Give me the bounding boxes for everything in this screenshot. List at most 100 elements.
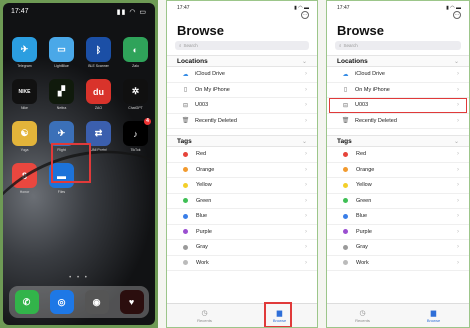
tag-row[interactable]: Yellow › (327, 178, 469, 194)
clock-icon: ◷ (359, 309, 366, 317)
tag-label: Gray (356, 244, 368, 251)
honor-icon[interactable]: 8 Honor (12, 163, 37, 194)
tab-browse[interactable]: ▆ Browse (263, 301, 294, 327)
chevron-right-icon: › (305, 182, 307, 189)
tag-row[interactable]: Work › (167, 256, 317, 271)
tag-row[interactable]: Orange › (327, 163, 469, 178)
tag-row[interactable]: Red › (167, 147, 317, 163)
chevron-down-icon: ⌄ (453, 138, 459, 145)
app-label: Nike (20, 106, 28, 110)
app-glyph: ✆ (22, 296, 31, 307)
openai-icon[interactable]: ✲ ChatGPT (123, 79, 148, 110)
location-row[interactable]: ☁ iCloud Drive › (327, 67, 469, 83)
tag-color-dot (183, 198, 188, 204)
chevron-right-icon: › (457, 86, 459, 93)
tag-label: Work (356, 259, 369, 266)
chevron-right-icon: › (305, 197, 307, 204)
location-row[interactable]: ▯ On My iPhone › (167, 83, 317, 98)
tag-row[interactable]: Blue › (167, 209, 317, 225)
bluetooth-icon[interactable]: ᛒ BLE Scanner (86, 37, 111, 68)
tab-recents[interactable]: ◷ Recents (349, 309, 377, 323)
locations-header[interactable]: Locations ⌄ (327, 55, 469, 67)
location-label: Recently Deleted (195, 117, 237, 124)
trash-icon: 🗑 (181, 118, 190, 125)
location-row[interactable]: ⊟ U003 › (167, 98, 317, 114)
camera-icon[interactable]: ◉ (84, 290, 109, 314)
notification-badge: 4 (144, 118, 151, 125)
chevron-right-icon: › (305, 86, 307, 93)
safari-icon[interactable]: ◎ (49, 290, 74, 314)
chevron-right-icon: › (305, 166, 307, 173)
app-label: Files (57, 190, 66, 194)
location-row[interactable]: ⊟ U003 › (327, 98, 469, 114)
tag-row[interactable]: Gray › (167, 240, 317, 256)
tag-color-dot (183, 182, 188, 188)
phone-icon: ▯ (343, 87, 348, 94)
status-bar: 17:47 ▮ ◠ ▬ (167, 1, 317, 11)
tab-recents[interactable]: ◷ Recents (191, 309, 219, 323)
locations-list: ☁ iCloud Drive › ▯ On My iPhone › ⊟ U003 › 🗑 Recen… (327, 67, 469, 129)
tag-row[interactable]: Blue › (327, 209, 469, 225)
dock: ✆ ◎ ◉ ♥ (9, 286, 149, 318)
tags-header-label: Tags (337, 137, 352, 145)
tag-color-dot (343, 167, 348, 173)
chevron-right-icon: › (457, 213, 459, 220)
tag-row[interactable]: Green › (327, 194, 469, 209)
location-row[interactable]: ▯ On My iPhone › (327, 83, 469, 98)
page-dots: • • • (69, 275, 89, 281)
heart-monitor-icon[interactable]: ♥ (119, 290, 144, 314)
app-glyph: 8 (21, 170, 27, 181)
chevron-right-icon: › (305, 213, 307, 220)
app-icon[interactable]: ☯ Yoga (12, 121, 37, 152)
tag-row[interactable]: Purple › (167, 225, 317, 240)
app-glyph: ♥ (128, 297, 135, 307)
chart-icon[interactable]: ▞ Nettra (49, 79, 74, 110)
chevron-right-icon: › (305, 102, 307, 109)
more-options-icon[interactable]: ··· (301, 11, 309, 19)
chevron-right-icon: › (457, 244, 459, 251)
tag-label: Purple (356, 228, 372, 235)
chevron-right-icon: › (457, 259, 459, 266)
tags-header[interactable]: Tags ⌄ (327, 135, 469, 147)
phone-icon[interactable]: ✆ (14, 290, 39, 314)
tag-row[interactable]: Work › (327, 256, 469, 271)
location-row[interactable]: ☁ iCloud Drive › (167, 67, 317, 83)
u003-highlight (329, 98, 467, 113)
cloud-icon: ☁ (342, 71, 349, 78)
tag-row[interactable]: Green › (167, 194, 317, 209)
tag-row[interactable]: Gray › (327, 240, 469, 256)
chevron-right-icon: › (305, 71, 307, 78)
tag-row[interactable]: Orange › (167, 163, 317, 178)
search-input[interactable]: ⌕ Search (335, 41, 461, 50)
home-screen: 17:47 ▮▮ ◠ ▭ ✈ Telegram ▭ LightBlue ᛒ BLE Sca… (3, 3, 155, 325)
tag-row[interactable]: Red › (327, 147, 469, 163)
chevron-right-icon: › (457, 166, 459, 173)
locations-list: ☁ iCloud Drive › ▯ On My iPhone › ⊟ U003 › 🗑 Recen… (167, 67, 317, 129)
telegram-icon[interactable]: ✈ Telegram (12, 37, 37, 68)
chevron-right-icon: › (305, 117, 307, 124)
nike-icon[interactable]: NIKE Nike (12, 79, 37, 110)
location-row[interactable]: 🗑 Recently Deleted › (327, 114, 469, 129)
chat-icon[interactable]: ▭ LightBlue (49, 37, 74, 68)
location-row[interactable]: 🗑 Recently Deleted › (167, 114, 317, 129)
tag-label: Orange (196, 166, 215, 173)
tag-label: Yellow (356, 182, 372, 189)
locations-header[interactable]: Locations ⌄ (167, 55, 317, 67)
chevron-down-icon: ⌄ (453, 58, 459, 65)
chevron-down-icon: ⌄ (301, 58, 307, 65)
more-options-icon[interactable]: ··· (453, 11, 461, 19)
tag-color-dot (343, 182, 348, 188)
leaf-icon[interactable]: ◐ Zalo (123, 37, 148, 68)
tag-row[interactable]: Purple › (327, 225, 469, 240)
tag-row[interactable]: Yellow › (167, 178, 317, 194)
search-input[interactable]: ⌕ Search (175, 41, 309, 50)
tiktok-icon[interactable]: ♪ TikTok 4 (123, 118, 151, 152)
location-label: Recently Deleted (355, 117, 397, 124)
tag-color-dot (183, 167, 188, 173)
tab-browse[interactable]: ▆ Browse (420, 309, 448, 323)
tag-color-dot (183, 244, 188, 250)
tags-header[interactable]: Tags ⌄ (167, 135, 317, 147)
du-icon[interactable]: du ZAO (86, 79, 111, 110)
chevron-right-icon: › (457, 228, 459, 235)
tag-label: Work (196, 259, 209, 266)
